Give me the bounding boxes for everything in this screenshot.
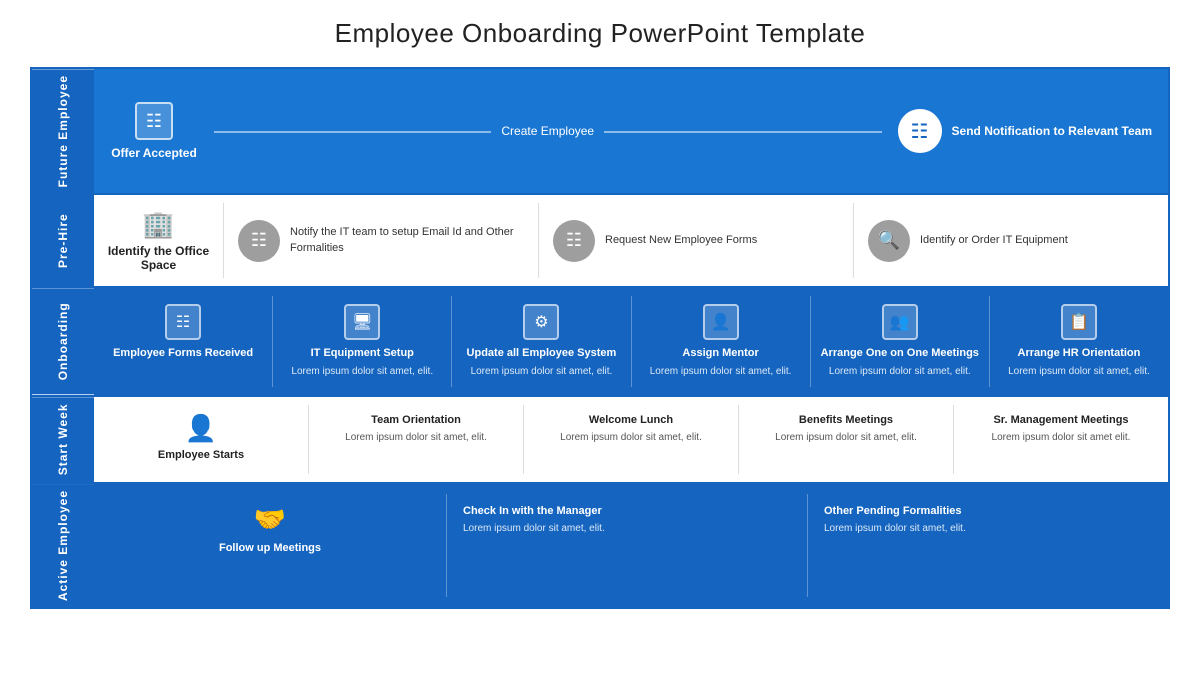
mentor-icon: 👤 [703, 304, 739, 340]
notify-it-text: Notify the IT team to setup Email Id and… [290, 225, 524, 256]
update-icon: ⚙ [523, 304, 559, 340]
send-notification-label: Send Notification to Relevant Team [952, 123, 1152, 140]
handshake-icon: 🤝 [254, 504, 286, 535]
update-system-cell: ⚙ Update all Employee System Lorem ipsum… [452, 296, 631, 386]
startweek-content: 👤 Employee Starts Team Orientation Lorem… [94, 397, 1168, 482]
checkin-title: Check In with the Manager [463, 504, 602, 518]
update-system-title: Update all Employee System [467, 346, 617, 360]
label-active-employee: Active Employee [32, 484, 94, 607]
arrange-one-cell: 👥 Arrange One on One Meetings Lorem ipsu… [811, 296, 990, 386]
employee-starts-label: Employee Starts [158, 448, 244, 462]
team-orientation-body: Lorem ipsum dolor sit amet, elit. [345, 431, 487, 445]
offer-accepted-label: Offer Accepted [111, 146, 197, 160]
team-orientation-title: Team Orientation [371, 413, 461, 427]
welcome-lunch-cell: Welcome Lunch Lorem ipsum dolor sit amet… [524, 405, 739, 474]
row-active-employee: Active Employee 🤝 Follow up Meetings Che… [32, 484, 1168, 607]
row-future-employee: Future Employee ☷ Offer Accepted Create … [32, 69, 1168, 195]
it-setup-icon: 🖥 [344, 304, 380, 340]
welcome-lunch-title: Welcome Lunch [589, 413, 673, 427]
arrange-hr-body: Lorem ipsum dolor sit amet, elit. [1008, 365, 1150, 379]
employee-starts-cell: 👤 Employee Starts [94, 405, 309, 474]
label-startweek: Start Week [32, 397, 94, 482]
pending-item: Other Pending Formalities Lorem ipsum do… [808, 494, 1168, 597]
it-setup-body: Lorem ipsum dolor sit amet, elit. [291, 365, 433, 379]
it-setup-cell: 🖥 IT Equipment Setup Lorem ipsum dolor s… [273, 296, 452, 386]
sr-management-cell: Sr. Management Meetings Lorem ipsum dolo… [954, 405, 1168, 474]
future-content: ☷ Offer Accepted Create Employee ☷ Send … [94, 69, 1168, 193]
update-system-body: Lorem ipsum dolor sit amet, elit. [471, 365, 613, 379]
forms-received-icon: ☷ [165, 304, 201, 340]
notify-it-item: ☷ Notify the IT team to setup Email Id a… [224, 203, 539, 278]
benefits-meetings-cell: Benefits Meetings Lorem ipsum dolor sit … [739, 405, 954, 474]
row-onboarding: Onboarding ☷ Employee Forms Received 🖥 I… [32, 288, 1168, 396]
identify-equipment-item: 🔍 Identify or Order IT Equipment [854, 203, 1168, 278]
assign-mentor-cell: 👤 Assign Mentor Lorem ipsum dolor sit am… [632, 296, 811, 386]
sr-management-body: Lorem ipsum dolor sit amet elit. [992, 431, 1131, 445]
pending-body: Lorem ipsum dolor sit amet, elit. [824, 522, 966, 536]
prehire-content: 🏢 Identify the Office Space ☷ Notify the… [94, 195, 1168, 286]
forms-icon: ☷ [553, 220, 595, 262]
welcome-lunch-body: Lorem ipsum dolor sit amet, elit. [560, 431, 702, 445]
forms-received-cell: ☷ Employee Forms Received [94, 296, 273, 386]
hr-icon: 📋 [1061, 304, 1097, 340]
label-prehire: Pre-Hire [32, 195, 94, 286]
benefits-meetings-body: Lorem ipsum dolor sit amet, elit. [775, 431, 917, 445]
create-employee-label: Create Employee [491, 124, 604, 138]
send-notification-cell: ☷ Send Notification to Relevant Team [882, 103, 1168, 159]
follow-meetings-label: Follow up Meetings [219, 541, 321, 555]
arrange-hr-cell: 📋 Arrange HR Orientation Lorem ipsum dol… [990, 296, 1168, 386]
notification-icon: ☷ [898, 109, 942, 153]
assign-mentor-body: Lorem ipsum dolor sit amet, elit. [650, 365, 792, 379]
offer-accepted-cell: ☷ Offer Accepted [94, 96, 214, 166]
building-icon: 🏢 [142, 209, 174, 240]
arrange-one-body: Lorem ipsum dolor sit amet, elit. [829, 365, 971, 379]
meetings-icon: 👥 [882, 304, 918, 340]
page-title: Employee Onboarding PowerPoint Template [30, 18, 1170, 49]
connector-create-employee: Create Employee [214, 124, 882, 138]
identify-office-cell: 🏢 Identify the Office Space [94, 203, 224, 278]
document-icon: ☷ [135, 102, 173, 140]
person-icon: 👤 [185, 413, 217, 444]
team-orientation-cell: Team Orientation Lorem ipsum dolor sit a… [309, 405, 524, 474]
row-startweek: Start Week 👤 Employee Starts Team Orient… [32, 397, 1168, 484]
forms-received-title: Employee Forms Received [113, 346, 253, 360]
request-forms-item: ☷ Request New Employee Forms [539, 203, 854, 278]
label-future-employee: Future Employee [32, 69, 94, 193]
arrange-one-title: Arrange One on One Meetings [821, 346, 979, 360]
email-icon: ☷ [238, 220, 280, 262]
it-setup-title: IT Equipment Setup [311, 346, 414, 360]
page: Employee Onboarding PowerPoint Template … [0, 0, 1200, 627]
request-forms-text: Request New Employee Forms [605, 233, 757, 248]
benefits-meetings-title: Benefits Meetings [799, 413, 893, 427]
identify-equipment-text: Identify or Order IT Equipment [920, 233, 1068, 248]
pending-title: Other Pending Formalities [824, 504, 962, 518]
checkin-item: Check In with the Manager Lorem ipsum do… [447, 494, 808, 597]
identify-office-label: Identify the Office Space [104, 244, 213, 272]
assign-mentor-title: Assign Mentor [682, 346, 758, 360]
sr-management-title: Sr. Management Meetings [993, 413, 1128, 427]
search-icon: 🔍 [868, 220, 910, 262]
row-prehire: Pre-Hire 🏢 Identify the Office Space ☷ N… [32, 195, 1168, 288]
onboarding-content: ☷ Employee Forms Received 🖥 IT Equipment… [94, 288, 1168, 394]
active-content: 🤝 Follow up Meetings Check In with the M… [94, 484, 1168, 607]
checkin-body: Lorem ipsum dolor sit amet, elit. [463, 522, 605, 536]
label-onboarding: Onboarding [32, 288, 94, 394]
onboarding-table: Future Employee ☷ Offer Accepted Create … [30, 67, 1170, 609]
arrange-hr-title: Arrange HR Orientation [1018, 346, 1141, 360]
follow-meetings-cell: 🤝 Follow up Meetings [94, 494, 447, 597]
